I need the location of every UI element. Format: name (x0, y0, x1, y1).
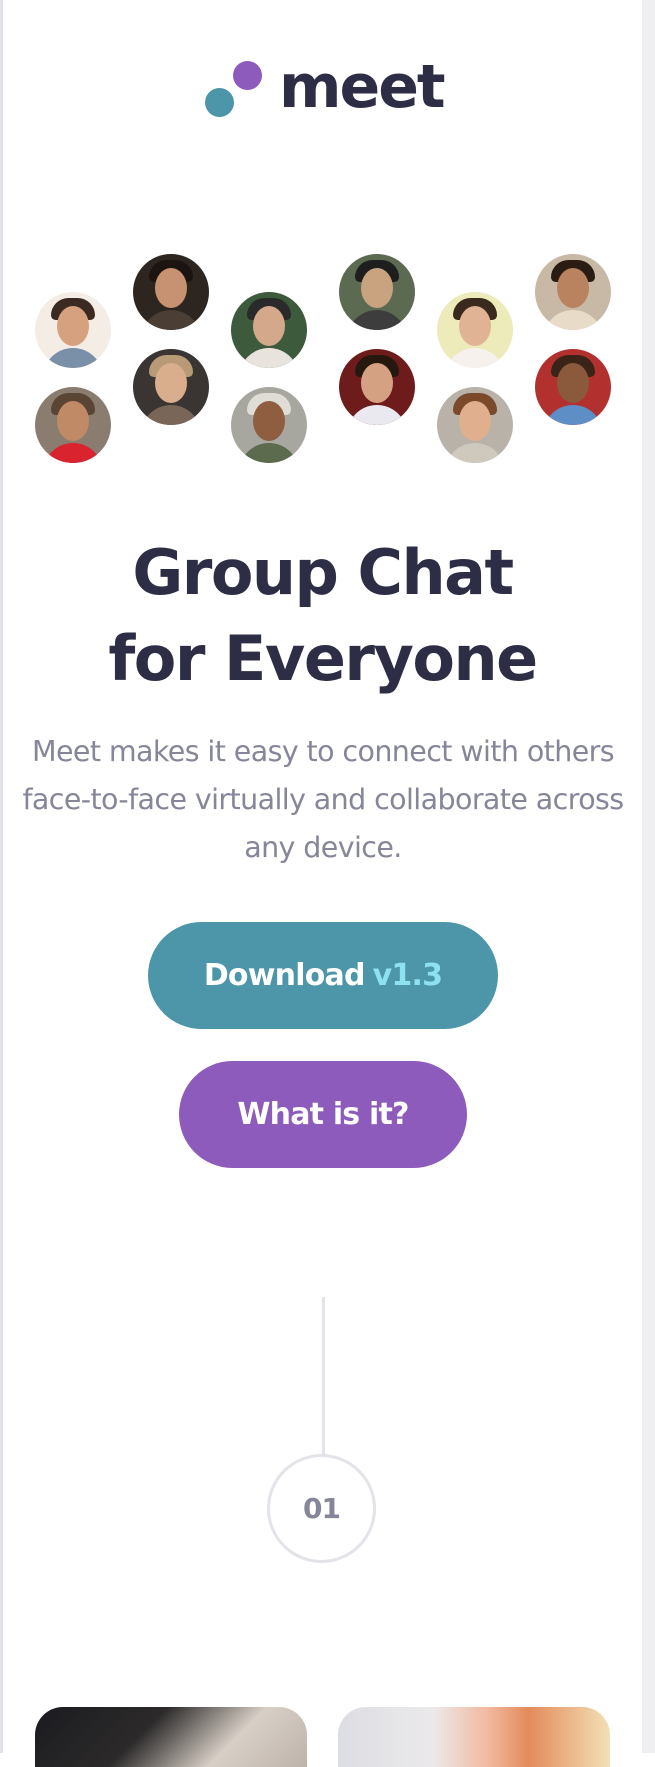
avatar-9 (437, 292, 513, 368)
avatar-body-shape (141, 405, 201, 425)
hero-description: Meet makes it easy to connect with other… (22, 735, 624, 864)
avatar-3 (133, 254, 209, 330)
what-is-it-button[interactable]: What is it? (179, 1061, 467, 1168)
feature-photo-left (35, 1707, 307, 1767)
avatar-face-shape (155, 268, 187, 308)
hero-title: Group Chat for Everyone (0, 530, 645, 702)
download-button[interactable]: Download v1.3 (148, 922, 498, 1029)
avatar-body-shape (543, 310, 603, 330)
avatar-10 (437, 387, 513, 463)
step-number-badge: 01 (267, 1454, 376, 1563)
avatar-face-shape (459, 306, 491, 346)
avatar-face-shape (557, 268, 589, 308)
avatar-6 (231, 387, 307, 463)
avatar-11 (535, 254, 611, 330)
download-button-label: Download (203, 958, 366, 993)
avatar-body-shape (239, 443, 299, 463)
avatar-7 (339, 254, 415, 330)
avatar-face-shape (459, 401, 491, 441)
avatar-1 (35, 292, 111, 368)
avatar-2 (35, 387, 111, 463)
avatar-face-shape (253, 401, 285, 441)
avatar-face-shape (57, 401, 89, 441)
avatar-body-shape (445, 443, 505, 463)
feature-photo-right (338, 1707, 610, 1767)
avatar-face-shape (253, 306, 285, 346)
avatar-face-shape (361, 363, 393, 403)
avatar-4 (133, 349, 209, 425)
avatar-body-shape (543, 405, 603, 425)
avatar-body-shape (445, 348, 505, 368)
hero-title-line-1: Group Chat (132, 536, 514, 609)
avatar-12 (535, 349, 611, 425)
avatar-face-shape (155, 363, 187, 403)
avatar-face-shape (361, 268, 393, 308)
avatar-face-shape (557, 363, 589, 403)
hero-title-line-2: for Everyone (108, 622, 538, 695)
step-connector-line (322, 1297, 325, 1457)
avatar-body-shape (43, 443, 103, 463)
avatar-8 (339, 349, 415, 425)
avatar-body-shape (347, 405, 407, 425)
avatar-body-shape (347, 310, 407, 330)
avatar-face-shape (57, 306, 89, 346)
avatar-5 (231, 292, 307, 368)
avatar-body-shape (239, 348, 299, 368)
download-version-label: v1.3 (372, 958, 443, 993)
avatar-body-shape (43, 348, 103, 368)
avatar-gallery (0, 0, 655, 480)
avatar-body-shape (141, 310, 201, 330)
